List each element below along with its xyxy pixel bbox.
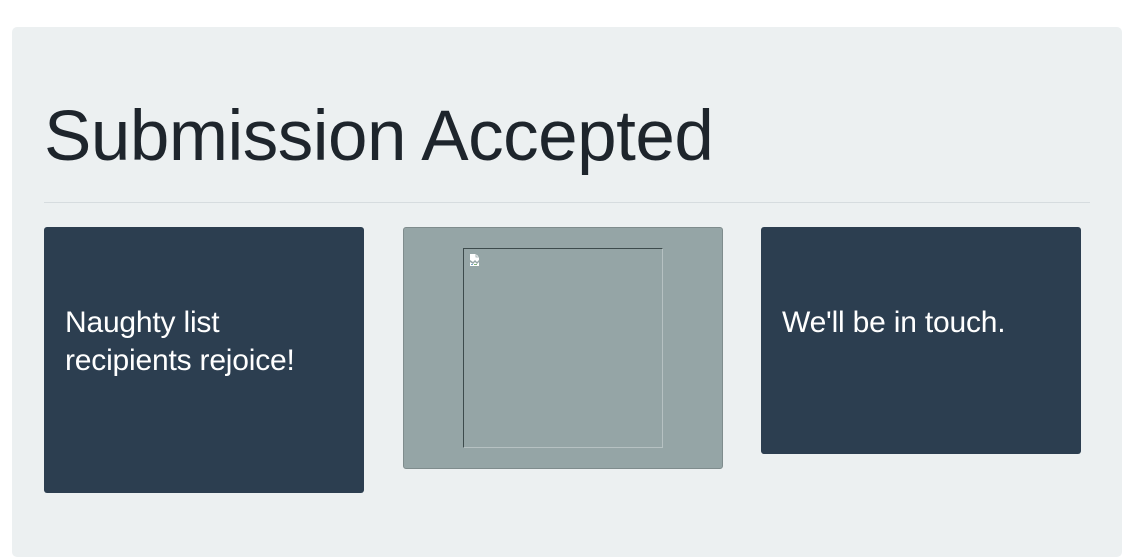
message-card-right: We'll be in touch. — [761, 227, 1081, 454]
divider — [44, 202, 1090, 203]
image-card — [403, 227, 723, 469]
broken-image — [463, 248, 663, 448]
card-left-text: Naughty list recipients rejoice! — [65, 306, 295, 377]
page-title: Submission Accepted — [44, 97, 714, 176]
broken-image-icon — [470, 254, 479, 266]
card-right-text: We'll be in touch. — [782, 306, 1006, 339]
message-card-left: Naughty list recipients rejoice! — [44, 227, 364, 493]
